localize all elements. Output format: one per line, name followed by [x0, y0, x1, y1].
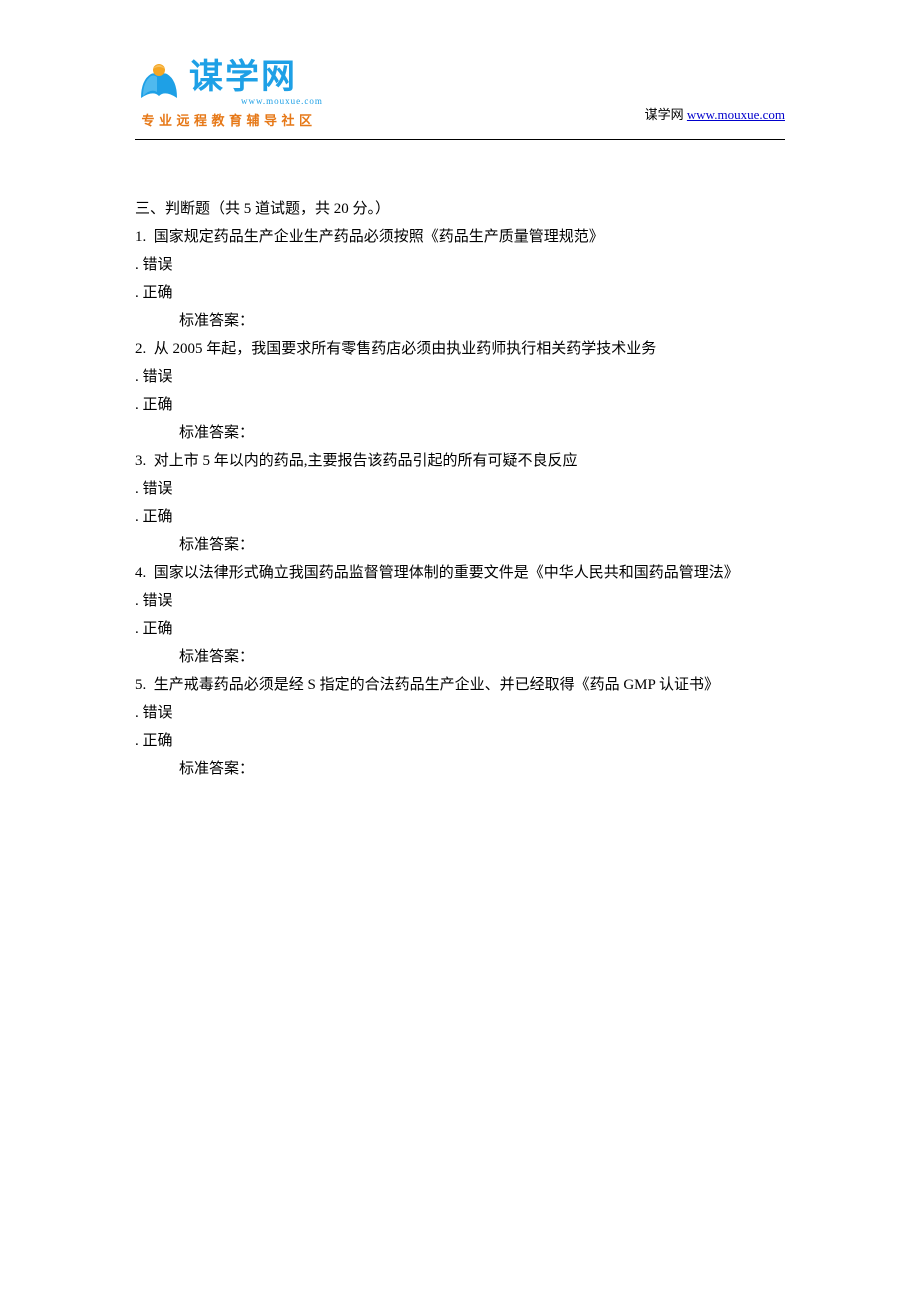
- answer-label: 标准答案：: [135, 307, 785, 335]
- question-text: 生产戒毒药品必须是经 S 指定的合法药品生产企业、并已经取得《药品 GMP 认证…: [154, 677, 719, 693]
- question-text: 国家以法律形式确立我国药品监督管理体制的重要文件是《中华人民共和国药品管理法》: [154, 565, 739, 581]
- header-site-link: 谋学网 www.mouxue.com: [645, 104, 785, 129]
- logo-top-row: 谋学网 www.mouxue.com: [135, 60, 323, 106]
- question-text: 从 2005 年起，我国要求所有零售药店必须由执业药师执行相关药学技术业务: [154, 341, 657, 357]
- question-text: 国家规定药品生产企业生产药品必须按照《药品生产质量管理规范》: [154, 229, 604, 245]
- question-4: 4. 国家以法律形式确立我国药品监督管理体制的重要文件是《中华人民共和国药品管理…: [135, 559, 785, 587]
- logo-main-text: 谋学网: [189, 60, 323, 94]
- option-wrong: . 错误: [135, 363, 785, 391]
- option-wrong: . 错误: [135, 587, 785, 615]
- question-number: 4.: [135, 565, 146, 581]
- option-right: . 正确: [135, 503, 785, 531]
- option-right: . 正确: [135, 615, 785, 643]
- content-body: 三、判断题（共 5 道试题，共 20 分。） 1. 国家规定药品生产企业生产药品…: [135, 195, 785, 783]
- question-2: 2. 从 2005 年起，我国要求所有零售药店必须由执业药师执行相关药学技术业务: [135, 335, 785, 363]
- logo-url-small: www.mouxue.com: [241, 96, 323, 106]
- option-wrong: . 错误: [135, 251, 785, 279]
- logo-text-wrap: 谋学网 www.mouxue.com: [189, 60, 323, 106]
- question-number: 1.: [135, 229, 146, 245]
- answer-label: 标准答案：: [135, 643, 785, 671]
- page-container: 谋学网 www.mouxue.com 专业远程教育辅导社区 谋学网 www.mo…: [0, 0, 920, 843]
- question-1: 1. 国家规定药品生产企业生产药品必须按照《药品生产质量管理规范》: [135, 223, 785, 251]
- answer-label: 标准答案：: [135, 755, 785, 783]
- section-title: 三、判断题（共 5 道试题，共 20 分。）: [135, 195, 785, 223]
- page-header: 谋学网 www.mouxue.com 专业远程教育辅导社区 谋学网 www.mo…: [135, 60, 785, 129]
- option-right: . 正确: [135, 279, 785, 307]
- header-divider: [135, 139, 785, 140]
- answer-label: 标准答案：: [135, 419, 785, 447]
- logo-block: 谋学网 www.mouxue.com 专业远程教育辅导社区: [135, 60, 323, 129]
- question-number: 3.: [135, 453, 146, 469]
- question-number: 5.: [135, 677, 146, 693]
- question-3: 3. 对上市 5 年以内的药品,主要报告该药品引起的所有可疑不良反应: [135, 447, 785, 475]
- option-wrong: . 错误: [135, 699, 785, 727]
- site-label: 谋学网: [645, 107, 684, 122]
- answer-label: 标准答案：: [135, 531, 785, 559]
- logo-icon: [135, 62, 183, 104]
- site-url-link[interactable]: www.mouxue.com: [687, 107, 785, 122]
- question-number: 2.: [135, 341, 146, 357]
- question-5: 5. 生产戒毒药品必须是经 S 指定的合法药品生产企业、并已经取得《药品 GMP…: [135, 671, 785, 699]
- question-text: 对上市 5 年以内的药品,主要报告该药品引起的所有可疑不良反应: [154, 453, 578, 469]
- option-wrong: . 错误: [135, 475, 785, 503]
- logo-tagline: 专业远程教育辅导社区: [141, 110, 316, 129]
- option-right: . 正确: [135, 727, 785, 755]
- option-right: . 正确: [135, 391, 785, 419]
